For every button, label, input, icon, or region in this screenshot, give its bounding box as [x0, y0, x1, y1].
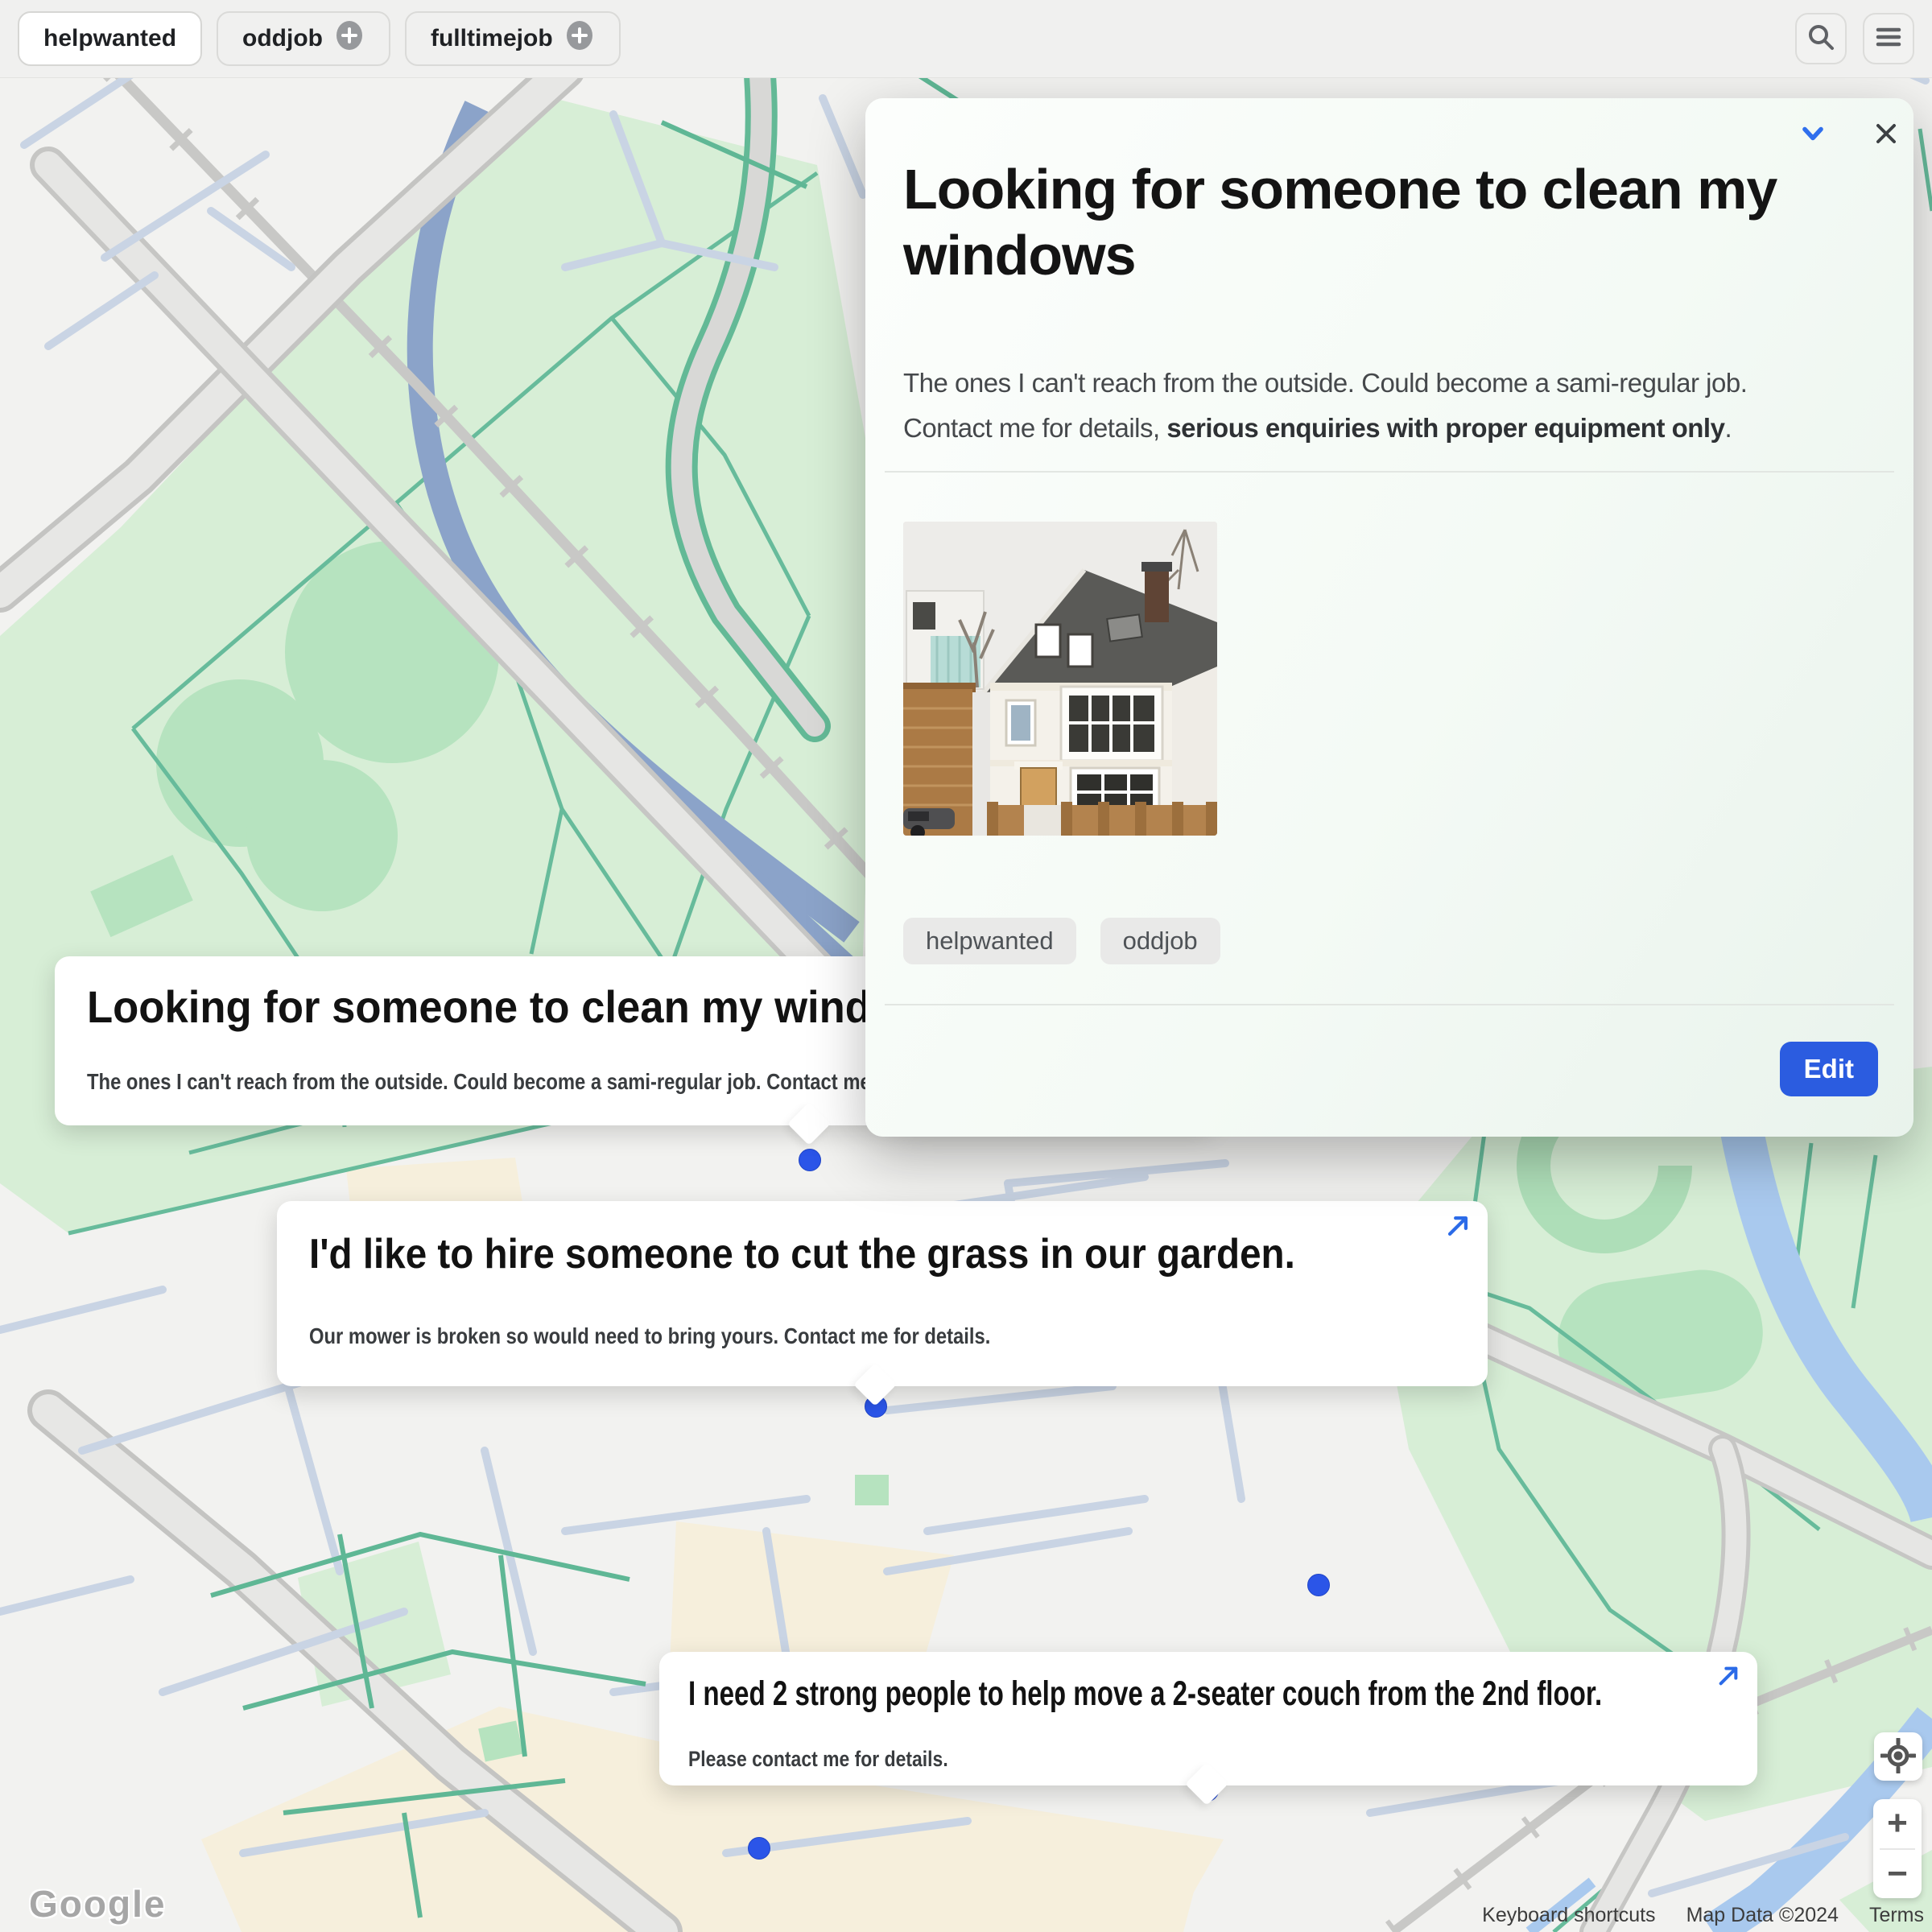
post-card-title: I need 2 strong people to help move a 2-… — [688, 1674, 1742, 1714]
filter-chip-helpwanted[interactable]: helpwanted — [18, 11, 202, 66]
hamburger-menu-icon — [1873, 22, 1904, 56]
toolbar-actions — [1795, 13, 1914, 64]
post-tags: helpwanted oddjob — [903, 918, 1220, 964]
add-filter-icon[interactable] — [334, 20, 365, 57]
close-icon[interactable] — [1870, 118, 1902, 154]
zoom-out-button[interactable]: − — [1873, 1850, 1922, 1899]
add-filter-icon[interactable] — [564, 20, 595, 57]
divider — [885, 471, 1894, 473]
divider — [885, 1004, 1894, 1005]
chevron-down-icon[interactable] — [1795, 116, 1831, 155]
post-card-description: Our mower is broken so would need to bri… — [309, 1323, 1267, 1349]
external-link-arrow-icon[interactable] — [1715, 1663, 1741, 1693]
filter-chip-label: oddjob — [242, 25, 323, 52]
my-location-button[interactable] — [1874, 1732, 1922, 1781]
filter-toolbar: helpwanted oddjob fulltimejob — [0, 0, 1932, 77]
filter-chip-label: helpwanted — [43, 25, 176, 52]
post-title: Looking for someone to clean my windows — [903, 156, 1876, 288]
tag-oddjob: oddjob — [1100, 918, 1220, 964]
search-icon — [1806, 22, 1836, 56]
map-attribution: Keyboard shortcuts Map Data ©2024 Terms — [1482, 1904, 1924, 1927]
app: Looking for someone to clean my windows … — [0, 0, 1932, 1932]
filter-chip-label: fulltimejob — [431, 25, 553, 52]
zoom-in-button[interactable]: + — [1873, 1799, 1922, 1848]
tag-helpwanted: helpwanted — [903, 918, 1076, 964]
filter-chips: helpwanted oddjob fulltimejob — [18, 11, 621, 66]
terms-link[interactable]: Terms — [1869, 1904, 1924, 1927]
post-card-title: I'd like to hire someone to cut the gras… — [309, 1230, 1473, 1278]
post-description-line1: The ones I can't reach from the outside.… — [903, 361, 1876, 406]
locate-crosshair-icon — [1880, 1738, 1916, 1776]
post-card-move-couch[interactable]: I need 2 strong people to help move a 2-… — [659, 1652, 1757, 1785]
post-detail-panel: Looking for someone to clean my windows … — [865, 98, 1913, 1137]
google-logo[interactable]: Google — [29, 1882, 166, 1926]
edit-button[interactable]: Edit — [1780, 1042, 1878, 1096]
map-marker[interactable] — [799, 1149, 821, 1171]
house-photo[interactable] — [903, 522, 1217, 836]
keyboard-shortcuts-link[interactable]: Keyboard shortcuts — [1482, 1904, 1655, 1927]
map-marker[interactable] — [1307, 1574, 1330, 1596]
filter-chip-fulltimejob[interactable]: fulltimejob — [405, 11, 621, 66]
external-link-arrow-icon[interactable] — [1444, 1212, 1472, 1244]
filter-chip-oddjob[interactable]: oddjob — [217, 11, 390, 66]
menu-button[interactable] — [1863, 13, 1914, 64]
post-card-cut-grass[interactable]: I'd like to hire someone to cut the gras… — [277, 1201, 1488, 1386]
zoom-control: + − — [1873, 1799, 1922, 1898]
post-description-line2: Contact me for details, serious enquirie… — [903, 406, 1876, 451]
map-marker[interactable] — [748, 1837, 770, 1860]
post-card-description: Please contact me for details. — [688, 1747, 1304, 1772]
search-button[interactable] — [1795, 13, 1847, 64]
map-data-copyright: Map Data ©2024 — [1686, 1904, 1839, 1927]
